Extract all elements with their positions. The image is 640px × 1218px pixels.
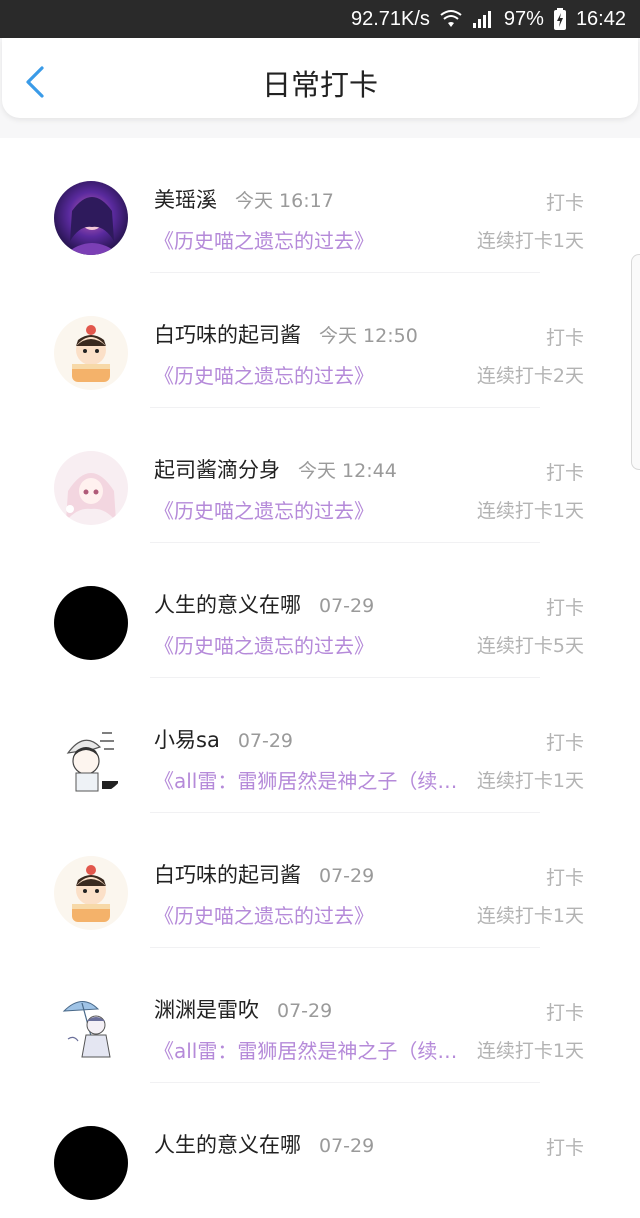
book-title-link[interactable]: 《历史喵之遗忘的过去》 xyxy=(154,900,468,929)
list-item[interactable]: 白巧味的起司酱 07-29 打卡 《历史喵之遗忘的过去》 连续打卡1天 xyxy=(0,813,640,948)
list-item[interactable]: 人生的意义在哪 07-29 打卡 xyxy=(0,1083,640,1218)
checkin-label: 打卡 xyxy=(545,732,584,754)
avatar[interactable] xyxy=(54,721,128,795)
avatar[interactable] xyxy=(54,316,128,390)
avatar[interactable] xyxy=(54,1126,128,1200)
checkin-list: 美瑶溪 今天 16:17 打卡 《历史喵之遗忘的过去》 连续打卡1天 白巧味的起… xyxy=(0,138,640,1218)
list-item[interactable]: 白巧味的起司酱 今天 12:50 打卡 《历史喵之遗忘的过去》 连续打卡2天 xyxy=(0,273,640,408)
checkin-label: 打卡 xyxy=(545,1002,584,1024)
user-name[interactable]: 白巧味的起司酱 xyxy=(154,859,301,889)
list-item[interactable]: 小易sa 07-29 打卡 《all雷：雷狮居然是神之子（续… 连续打卡1天 xyxy=(0,678,640,813)
checkin-label: 打卡 xyxy=(545,1137,584,1159)
battery-percent: 97% xyxy=(503,7,544,30)
signal-icon xyxy=(472,9,494,29)
book-title-link[interactable]: 《历史喵之遗忘的过去》 xyxy=(154,360,468,389)
checkin-time: 07-29 xyxy=(319,865,375,887)
book-title-link[interactable]: 《all雷：雷狮居然是神之子（续… xyxy=(154,1035,468,1064)
streak-label: 连续打卡1天 xyxy=(476,226,584,253)
clock: 16:42 xyxy=(575,7,626,30)
book-title-link[interactable]: 《历史喵之遗忘的过去》 xyxy=(154,630,468,659)
streak-label: 连续打卡1天 xyxy=(476,1036,584,1063)
checkin-time: 今天 12:50 xyxy=(319,325,418,347)
wifi-icon xyxy=(440,9,462,29)
avatar[interactable] xyxy=(54,586,128,660)
network-speed: 92.71K/s xyxy=(350,7,430,30)
nav-bar: 日常打卡 xyxy=(2,38,638,118)
user-name[interactable]: 人生的意义在哪 xyxy=(154,1129,301,1159)
header-area: 日常打卡 xyxy=(0,38,640,138)
scroll-handle[interactable] xyxy=(631,254,640,470)
page-title: 日常打卡 xyxy=(261,68,378,102)
streak-label: 连续打卡1天 xyxy=(476,901,584,928)
checkin-time: 今天 16:17 xyxy=(235,190,334,212)
avatar[interactable] xyxy=(54,991,128,1065)
book-title-link[interactable]: 《历史喵之遗忘的过去》 xyxy=(154,225,468,254)
avatar[interactable] xyxy=(54,181,128,255)
avatar[interactable] xyxy=(54,856,128,930)
checkin-label: 打卡 xyxy=(545,597,584,619)
user-name[interactable]: 渊渊是雷吹 xyxy=(154,994,259,1024)
battery-charging-icon xyxy=(553,8,566,30)
user-name[interactable]: 起司酱滴分身 xyxy=(154,454,280,484)
streak-label: 连续打卡2天 xyxy=(476,361,584,388)
user-name[interactable]: 美瑶溪 xyxy=(154,184,217,214)
checkin-label: 打卡 xyxy=(545,867,584,889)
streak-label: 连续打卡1天 xyxy=(476,496,584,523)
checkin-label: 打卡 xyxy=(545,327,584,349)
streak-label: 连续打卡1天 xyxy=(476,766,584,793)
user-name[interactable]: 白巧味的起司酱 xyxy=(154,319,301,349)
user-name[interactable]: 小易sa xyxy=(154,724,220,754)
list-item[interactable]: 渊渊是雷吹 07-29 打卡 《all雷：雷狮居然是神之子（续… 连续打卡1天 xyxy=(0,948,640,1083)
streak-label: 连续打卡5天 xyxy=(476,631,584,658)
book-title-link[interactable]: 《all雷：雷狮居然是神之子（续… xyxy=(154,765,468,794)
list-item[interactable]: 起司酱滴分身 今天 12:44 打卡 《历史喵之遗忘的过去》 连续打卡1天 xyxy=(0,408,640,543)
checkin-time: 07-29 xyxy=(277,1000,333,1022)
checkin-label: 打卡 xyxy=(545,462,584,484)
checkin-label: 打卡 xyxy=(545,192,584,214)
list-item[interactable]: 人生的意义在哪 07-29 打卡 《历史喵之遗忘的过去》 连续打卡5天 xyxy=(0,543,640,678)
avatar[interactable] xyxy=(54,451,128,525)
checkin-time: 07-29 xyxy=(237,730,294,752)
status-bar: 92.71K/s 97% 16:42 xyxy=(0,0,640,38)
list-item[interactable]: 美瑶溪 今天 16:17 打卡 《历史喵之遗忘的过去》 连续打卡1天 xyxy=(0,138,640,273)
user-name[interactable]: 人生的意义在哪 xyxy=(154,589,301,619)
checkin-time: 07-29 xyxy=(319,1135,375,1157)
checkin-time: 今天 12:44 xyxy=(298,460,397,482)
book-title-link[interactable]: 《历史喵之遗忘的过去》 xyxy=(154,495,468,524)
checkin-time: 07-29 xyxy=(319,595,375,617)
